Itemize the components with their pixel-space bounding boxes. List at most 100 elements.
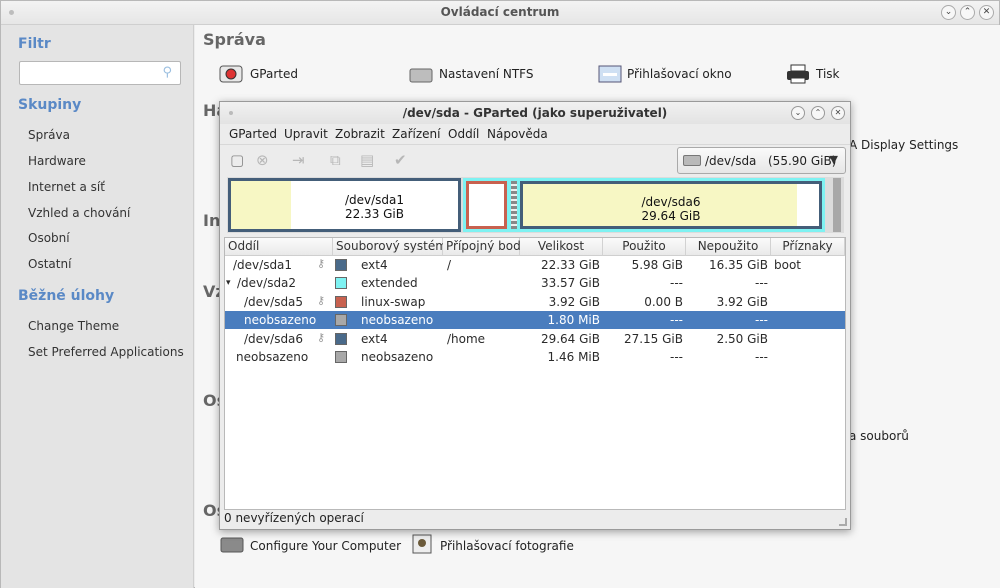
printer-icon	[787, 64, 809, 84]
titlebar: Ovládací centrum ⌄ ⌃ ✕	[1, 1, 999, 25]
configure-computer-icon	[220, 537, 244, 553]
section-sprava: Správa	[203, 30, 266, 49]
tool-gparted[interactable]: GParted	[250, 67, 298, 81]
gparted-maximize-button[interactable]: ⌃	[811, 106, 825, 120]
search-input[interactable]: ⚲	[19, 61, 181, 85]
map-sda1-size: 22.33 GiB	[344, 207, 405, 221]
cell-partition: /dev/sda6	[244, 332, 304, 346]
resize-icon[interactable]: ⇥	[292, 151, 305, 169]
map-scrollbar[interactable]	[833, 178, 841, 232]
sidebar: Filtr ⚲ Skupiny Správa Hardware Internet…	[1, 25, 194, 588]
tool-display-settings[interactable]: A Display Settings	[849, 138, 958, 152]
cell-used: ---	[670, 350, 683, 364]
fs-color-swatch	[335, 351, 347, 363]
cell-filesystem: ext4	[361, 332, 388, 346]
task-preferred-apps[interactable]: Set Preferred Applications	[28, 345, 184, 359]
cell-used: ---	[670, 313, 683, 327]
tasks-heading: Běžné úlohy	[18, 288, 115, 304]
group-sprava[interactable]: Správa	[28, 128, 70, 142]
table-row[interactable]: /dev/sda5 ⚷ linux-swap 3.92 GiB 0.00 B 3.92 G…	[225, 293, 845, 311]
tool-ntfs[interactable]: Nastavení NTFS	[439, 67, 534, 81]
cell-size: 22.33 GiB	[540, 258, 600, 272]
map-partition-sda1[interactable]: /dev/sda1 22.33 GiB	[228, 178, 461, 232]
login-photo-icon	[412, 534, 432, 554]
cell-used: ---	[670, 276, 683, 290]
paste-icon[interactable]: ▤	[360, 151, 374, 169]
table-row[interactable]: /dev/sda6 ⚷ ext4/home 29.64 GiB 27.15 GiB 2.5…	[225, 330, 845, 348]
ntfs-drive-icon	[409, 68, 433, 83]
cell-size: 33.57 GiB	[540, 276, 600, 290]
task-change-theme[interactable]: Change Theme	[28, 319, 119, 333]
device-selector[interactable]: /dev/sda (55.90 GiB) ▼	[677, 147, 846, 174]
cell-used: 5.98 GiB	[631, 258, 683, 272]
cell-unused: 2.50 GiB	[716, 332, 768, 346]
menu-view[interactable]: Zobrazit	[335, 127, 385, 141]
fs-color-swatch	[335, 296, 347, 308]
table-row[interactable]: /dev/sda1 ⚷ ext4 / 22.33 GiB 5.98 GiB 16.35 Gi…	[225, 256, 845, 274]
map-partition-sda2[interactable]: /dev/sda6 29.64 GiB	[463, 178, 825, 232]
cell-size: 1.46 MiB	[547, 350, 600, 364]
col-filesystem[interactable]: Souborový systém	[333, 238, 447, 256]
cell-filesystem: neobsazeno	[361, 313, 434, 327]
cell-mountpoint: /	[447, 258, 452, 272]
lock-key-icon: ⚷	[317, 331, 326, 344]
col-partition[interactable]: Oddíl	[225, 238, 333, 256]
gparted-close-button[interactable]: ✕	[831, 106, 845, 120]
col-flags[interactable]: Příznaky	[771, 238, 845, 256]
tool-print[interactable]: Tisk	[816, 67, 840, 81]
cell-unused: ---	[755, 350, 768, 364]
expander-icon[interactable]: ▾	[226, 278, 231, 288]
new-icon[interactable]: ▢	[230, 151, 244, 169]
disk-map: /dev/sda1 22.33 GiB /dev/sda6 29.64 GiB	[227, 177, 844, 233]
col-used[interactable]: Použito	[603, 238, 686, 256]
tool-login-window[interactable]: Přihlašovací okno	[627, 67, 732, 81]
login-window-icon	[598, 65, 622, 83]
menu-gparted[interactable]: GParted	[229, 127, 277, 141]
tool-configure-computer[interactable]: Configure Your Computer	[250, 539, 401, 553]
menu-edit[interactable]: Upravit	[284, 127, 328, 141]
cell-used: 0.00 B	[644, 295, 683, 309]
apply-icon[interactable]: ✔	[394, 151, 407, 169]
cell-size: 1.80 MiB	[547, 313, 600, 327]
cell-filesystem: extended	[361, 276, 418, 290]
menu-device[interactable]: Zařízení	[392, 127, 440, 141]
col-mountpoint[interactable]: Přípojný bod	[443, 238, 521, 256]
menubar: GParted Upravit Zobrazit Zařízení Oddíl …	[220, 124, 850, 144]
map-partition-sda5[interactable]	[466, 181, 507, 229]
cell-partition: neobsazeno	[236, 350, 309, 364]
gparted-minimize-button[interactable]: ⌄	[791, 106, 805, 120]
cell-filesystem: linux-swap	[361, 295, 426, 309]
harddisk-icon	[683, 155, 701, 166]
table-row[interactable]: neobsazeno neobsazeno 1.80 MiB --- ---	[225, 311, 845, 329]
menu-help[interactable]: Nápověda	[487, 127, 548, 141]
chevron-down-icon: ▼	[829, 153, 838, 166]
resize-grip[interactable]	[839, 518, 847, 526]
table-row[interactable]: ▾ /dev/sda2 extended 33.57 GiB --- ---	[225, 274, 845, 292]
tool-login-photo[interactable]: Přihlašovací fotografie	[440, 539, 574, 553]
cell-filesystem: neobsazeno	[361, 350, 434, 364]
group-appearance[interactable]: Vzhled a chování	[28, 206, 130, 220]
group-hardware[interactable]: Hardware	[28, 154, 86, 168]
map-partition-sda6[interactable]: /dev/sda6 29.64 GiB	[520, 181, 822, 229]
minimize-button[interactable]: ⌄	[941, 5, 956, 20]
map-unallocated[interactable]	[511, 181, 517, 229]
cell-unused: ---	[755, 313, 768, 327]
col-unused[interactable]: Nepoužito	[686, 238, 771, 256]
menu-partition[interactable]: Oddíl	[448, 127, 479, 141]
cell-filesystem: ext4	[361, 258, 388, 272]
close-button[interactable]: ✕	[979, 5, 994, 20]
partition-table: Oddíl Souborový systém Přípojný bod Veli…	[224, 237, 846, 510]
groups-heading: Skupiny	[18, 97, 82, 113]
delete-icon[interactable]: ⊗	[256, 151, 269, 169]
maximize-button[interactable]: ⌃	[960, 5, 975, 20]
group-other[interactable]: Ostatní	[28, 257, 71, 271]
section-partial-2: In	[203, 211, 221, 230]
group-personal[interactable]: Osobní	[28, 231, 70, 245]
status-bar: 0 nevyřízených operací	[224, 511, 364, 525]
col-size[interactable]: Velikost	[520, 238, 603, 256]
table-row[interactable]: neobsazeno neobsazeno 1.46 MiB --- ---	[225, 348, 845, 366]
toolbar: ▢ ⊗ ⇥ ⧉ ▤ ✔ /dev/sda (55.90 GiB) ▼	[220, 144, 850, 174]
tool-files[interactable]: a souborů	[849, 429, 909, 443]
group-internet[interactable]: Internet a síť	[28, 180, 105, 194]
copy-icon[interactable]: ⧉	[330, 151, 341, 169]
